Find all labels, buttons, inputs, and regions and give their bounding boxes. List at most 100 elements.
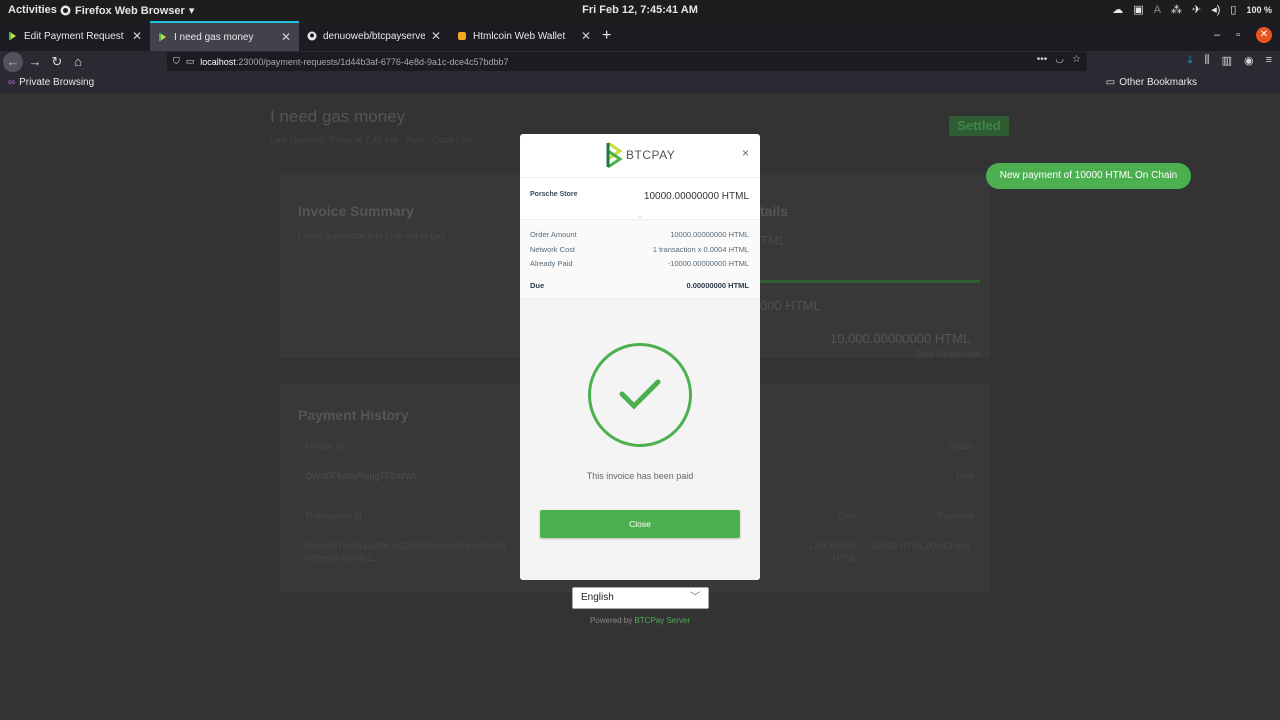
page-icon: ▭ <box>185 56 195 66</box>
library-icon[interactable]: ⫼ <box>1205 54 1210 67</box>
tab-htmlcoin-wallet[interactable]: Htmlcoin Web Wallet ✕ <box>449 21 599 51</box>
line-order-amount: Order Amount 10000.00000000 HTML <box>530 230 749 239</box>
store-amount: 10000.00000000 HTML <box>643 191 749 202</box>
reload-button[interactable]: ↻ <box>47 52 67 72</box>
close-tab-icon[interactable]: ✕ <box>431 29 441 43</box>
page-title: I need gas money <box>270 107 406 126</box>
notification-icon: ▣ <box>1133 4 1144 16</box>
status-badge: Settled <box>949 116 1009 136</box>
details-paid: 000 HTML <box>760 298 821 313</box>
line-label: Order Amount <box>530 230 577 239</box>
close-tab-icon[interactable]: ✕ <box>281 30 291 44</box>
clock[interactable]: Fri Feb 12, 7:45:41 AM <box>0 4 1280 16</box>
invoice-status: Paid <box>956 471 975 481</box>
line-label: Already Paid <box>530 259 573 268</box>
tab-label: Edit Payment Request <box>24 30 124 42</box>
btcpay-logo: BTCPAY <box>605 141 675 169</box>
menu-icon[interactable]: ≡ <box>1266 54 1272 67</box>
tab-i-need-gas-money[interactable]: I need gas money ✕ <box>150 21 299 51</box>
line-label: Network Cost <box>530 245 576 254</box>
cloud-icon: ☁ <box>1112 4 1124 16</box>
store-row[interactable]: Porsche Store 10000.00000000 HTML ︿ <box>520 178 760 220</box>
close-tab-icon[interactable]: ✕ <box>132 29 142 43</box>
battery-icon: ▯ <box>1230 4 1237 16</box>
maximize-icon[interactable]: ▫ <box>1236 29 1240 41</box>
url-text[interactable]: localhost:23000/payment-requests/1d44b3a… <box>200 57 508 67</box>
chevron-down-icon: ﹀ <box>690 592 700 603</box>
modal-header: BTCPAY × <box>520 134 760 178</box>
total-amount: 10,000.00000000 HTML <box>830 331 971 346</box>
new-tab-button[interactable]: + <box>602 28 611 44</box>
network-icon: ⁂ <box>1171 4 1182 16</box>
powered-prefix: Powered by <box>589 616 635 625</box>
tab-github[interactable]: denuoweb/btcpayserver: A ✕ <box>299 21 449 51</box>
due-label: Due <box>530 281 545 290</box>
tab-strip: Edit Payment Request ✕ I need gas money … <box>0 21 1280 51</box>
progress-bar <box>760 280 980 283</box>
payment-unit: HTML <box>833 553 858 563</box>
language-select[interactable]: English ﹀ <box>572 587 709 609</box>
store-name: Porsche Store <box>530 191 578 198</box>
transaction-id-header: Transaction Id <box>305 511 362 521</box>
other-bookmarks[interactable]: ▭ Other Bookmarks <box>1106 77 1197 88</box>
url-bar[interactable]: ⛉ ▭ localhost:23000/payment-requests/1d4… <box>167 52 1087 71</box>
folder-icon: ▭ <box>1105 77 1116 88</box>
page-actions-icon[interactable]: ••• <box>1037 54 1048 65</box>
paid-status-area: This invoice has been paid Close <box>520 299 760 580</box>
total-label: Total Requested <box>915 349 981 359</box>
payment-amount: 1.00000000 <box>808 541 856 551</box>
line-value: -10000.00000000 HTML <box>667 259 749 268</box>
btcpay-server-link[interactable]: BTCPay Server <box>634 616 690 625</box>
shield-icon[interactable]: ⛉ <box>173 56 180 67</box>
close-window-icon[interactable]: ✕ <box>1256 27 1272 43</box>
mask-icon: ∞ <box>8 77 16 88</box>
account-icon[interactable]: ◉ <box>1244 54 1254 67</box>
pocket-icon[interactable]: ◡ <box>1055 54 1064 65</box>
other-bookmarks-label: Other Bookmarks <box>1119 77 1197 88</box>
payment-toast[interactable]: New payment of 10000 HTML On Chain <box>986 163 1191 189</box>
transaction-id[interactable]: f6eb6667ad9b1a2f0c1b226f8e5fc4dcaf5e9e5c… <box>305 541 505 551</box>
invoice-line-items: Order Amount 10000.00000000 HTML Network… <box>520 220 760 299</box>
close-button[interactable]: Close <box>540 510 740 538</box>
private-browsing-indicator: ∞ Private Browsing <box>8 77 94 88</box>
close-tab-icon[interactable]: ✕ <box>581 29 591 43</box>
line-network-cost: Network Cost 1 transaction x 0.0004 HTML <box>530 245 749 254</box>
chevron-up-icon[interactable]: ︿ <box>637 211 643 220</box>
toolbar-right: ⤓ ⫼ ▥ ◉ ≡ <box>1188 54 1272 67</box>
line-due: Due 0.00000000 HTML <box>530 281 749 290</box>
btcpay-favicon-icon <box>9 32 16 40</box>
payment-history-heading: Payment History <box>298 407 409 423</box>
invoice-id-header: Invoice Id <box>305 441 344 451</box>
download-icon[interactable]: ⤓ <box>1188 54 1193 67</box>
btcpay-favicon-icon <box>159 33 166 41</box>
line-value: 10000.00000000 HTML <box>670 230 749 239</box>
line-value: 1 transaction x 0.0004 HTML <box>652 245 749 254</box>
tab-edit-payment-request[interactable]: Edit Payment Request ✕ <box>0 21 150 51</box>
date-header: Date <box>838 511 858 521</box>
volume-icon: ◂) <box>1211 4 1221 16</box>
forward-button[interactable]: → <box>25 52 45 72</box>
bookmarks-bar: ∞ Private Browsing ▭ Other Bookmarks <box>0 72 1280 93</box>
tab-label: denuoweb/btcpayserver: A <box>323 30 425 42</box>
details-amount: TML <box>760 233 786 248</box>
payment-header: Payment <box>938 511 974 521</box>
language-selected: English <box>581 592 614 603</box>
btcpay-logo-icon <box>606 141 623 169</box>
page-viewport: I need gas money Last Updated: Today at … <box>0 93 1280 720</box>
tab-label: Htmlcoin Web Wallet <box>473 30 566 42</box>
line-already-paid: Already Paid -10000.00000000 HTML <box>530 259 749 268</box>
wallet-favicon-icon <box>458 32 466 40</box>
sidebar-icon[interactable]: ▥ <box>1222 54 1232 67</box>
powered-by: Powered by BTCPay Server <box>0 616 1280 625</box>
paid-message: This invoice has been paid <box>586 471 694 481</box>
battery-percent: 100 % <box>1246 5 1272 15</box>
back-button[interactable]: ← <box>3 52 23 72</box>
minimize-icon[interactable]: – <box>1214 29 1220 41</box>
status-header: Status <box>948 441 974 451</box>
invoice-id-link[interactable]: QWdDFfukfqPwqgTF2dzWt <box>305 471 416 481</box>
system-tray[interactable]: ☁ ▣ A ⁂ ✈ ◂) ▯ 100 % <box>1112 3 1272 17</box>
system-top-bar: Activities Firefox Web Browser ▾ Fri Feb… <box>0 0 1280 21</box>
bookmark-star-icon[interactable]: ☆ <box>1072 54 1081 65</box>
home-button[interactable]: ⌂ <box>68 52 88 72</box>
close-modal-icon[interactable]: × <box>742 146 749 160</box>
